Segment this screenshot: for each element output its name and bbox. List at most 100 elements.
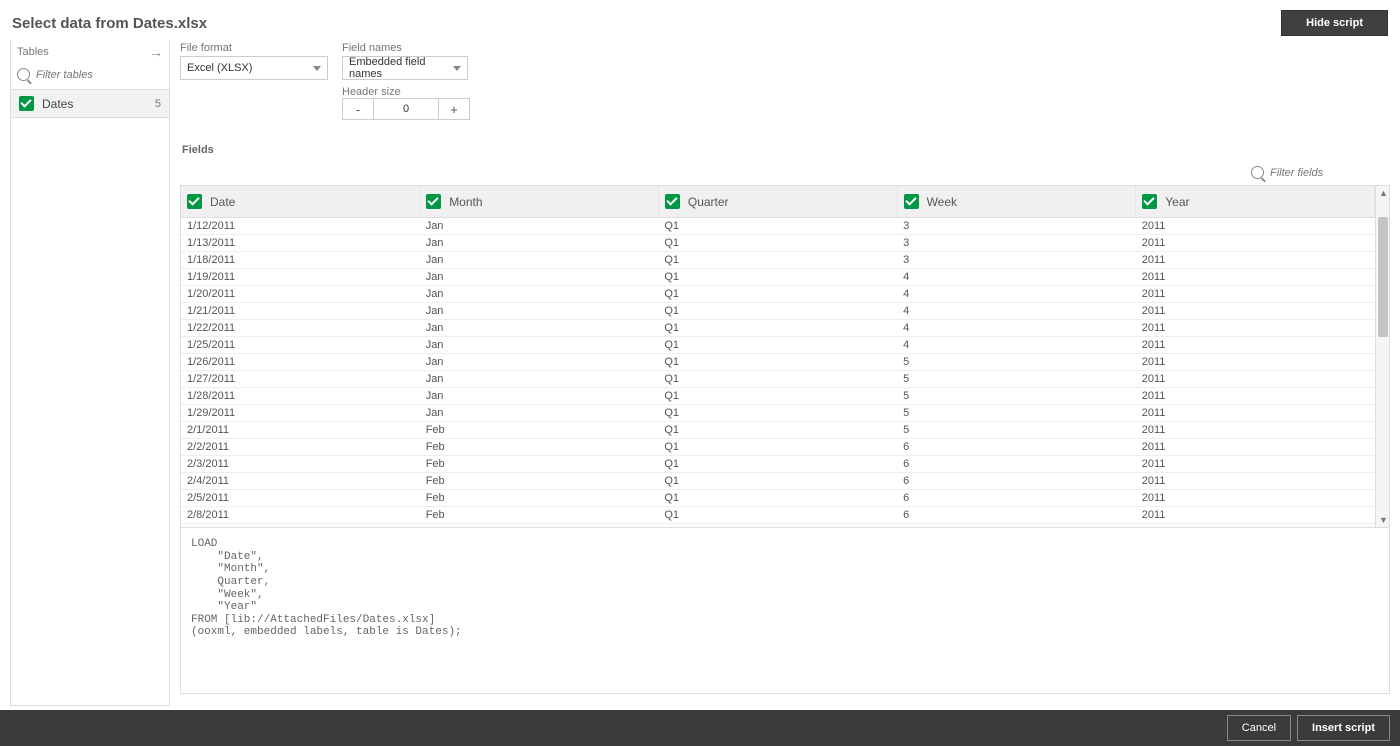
- table-cell: 4: [897, 303, 1136, 320]
- table-cell: 1/27/2011: [181, 371, 420, 388]
- checkbox-icon[interactable]: [426, 194, 441, 209]
- table-row[interactable]: 1/28/2011JanQ152011: [181, 388, 1375, 405]
- file-format-value: Excel (XLSX): [187, 62, 252, 74]
- checkbox-icon[interactable]: [904, 194, 919, 209]
- table-row[interactable]: 1/26/2011JanQ152011: [181, 354, 1375, 371]
- hide-script-button[interactable]: Hide script: [1281, 10, 1388, 36]
- table-cell: Q1: [658, 490, 897, 507]
- filter-tables-input[interactable]: [36, 69, 136, 81]
- table-row[interactable]: 1/18/2011JanQ132011: [181, 252, 1375, 269]
- table-cell: Q1: [658, 320, 897, 337]
- table-cell: 1/29/2011: [181, 405, 420, 422]
- table-name: Dates: [42, 97, 147, 111]
- table-cell: 3: [897, 235, 1136, 252]
- page-title: Select data from Dates.xlsx: [12, 15, 207, 32]
- table-row[interactable]: 1/27/2011JanQ152011: [181, 371, 1375, 388]
- table-cell: 2011: [1136, 320, 1375, 337]
- table-row[interactable]: 2/1/2011FebQ152011: [181, 422, 1375, 439]
- table-cell: Jan: [420, 405, 659, 422]
- header-size-minus-button[interactable]: -: [343, 99, 373, 119]
- table-cell: Q1: [658, 524, 897, 528]
- table-row[interactable]: 1/13/2011JanQ132011: [181, 235, 1375, 252]
- table-row[interactable]: 2/9/2011FebQ172011: [181, 524, 1375, 528]
- footer-bar: Cancel Insert script: [0, 710, 1400, 746]
- table-cell: 2/3/2011: [181, 456, 420, 473]
- column-header[interactable]: Week: [897, 186, 1136, 218]
- cancel-button[interactable]: Cancel: [1227, 715, 1291, 741]
- table-row[interactable]: 1/25/2011JanQ142011: [181, 337, 1375, 354]
- table-row[interactable]: 1/19/2011JanQ142011: [181, 269, 1375, 286]
- column-header[interactable]: Quarter: [658, 186, 897, 218]
- table-row[interactable]: 2/5/2011FebQ162011: [181, 490, 1375, 507]
- table-row[interactable]: 2/3/2011FebQ162011: [181, 456, 1375, 473]
- table-cell: 2011: [1136, 405, 1375, 422]
- table-item[interactable]: Dates 5: [11, 89, 169, 118]
- table-cell: 1/28/2011: [181, 388, 420, 405]
- table-row[interactable]: 1/29/2011JanQ152011: [181, 405, 1375, 422]
- table-cell: Jan: [420, 320, 659, 337]
- table-cell: 4: [897, 269, 1136, 286]
- table-cell: Jan: [420, 354, 659, 371]
- table-row[interactable]: 1/20/2011JanQ142011: [181, 286, 1375, 303]
- scroll-up-icon[interactable]: ▲: [1379, 188, 1388, 198]
- scrollbar-thumb[interactable]: [1378, 217, 1388, 337]
- table-row[interactable]: 2/4/2011FebQ162011: [181, 473, 1375, 490]
- search-icon: [17, 68, 30, 81]
- table-cell: Q1: [658, 456, 897, 473]
- table-cell: Q1: [658, 337, 897, 354]
- column-label: Week: [927, 195, 957, 209]
- table-cell: Q1: [658, 286, 897, 303]
- search-icon: [1251, 166, 1264, 179]
- table-cell: 2011: [1136, 490, 1375, 507]
- checkbox-icon[interactable]: [19, 96, 34, 111]
- table-cell: 2/5/2011: [181, 490, 420, 507]
- table-cell: Q1: [658, 405, 897, 422]
- table-row[interactable]: 2/8/2011FebQ162011: [181, 507, 1375, 524]
- column-header[interactable]: Date: [181, 186, 420, 218]
- header-size-value: 0: [373, 99, 439, 119]
- table-cell: Feb: [420, 439, 659, 456]
- table-cell: Q1: [658, 303, 897, 320]
- table-row[interactable]: 2/2/2011FebQ162011: [181, 439, 1375, 456]
- table-cell: 5: [897, 422, 1136, 439]
- table-row[interactable]: 1/21/2011JanQ142011: [181, 303, 1375, 320]
- filter-fields-input[interactable]: [1270, 167, 1350, 179]
- column-label: Month: [449, 195, 482, 209]
- table-cell: Jan: [420, 286, 659, 303]
- vertical-scrollbar[interactable]: ▲ ▼: [1375, 186, 1389, 527]
- table-cell: Q1: [658, 439, 897, 456]
- insert-script-button[interactable]: Insert script: [1297, 715, 1390, 741]
- table-cell: 6: [897, 456, 1136, 473]
- table-cell: 2011: [1136, 507, 1375, 524]
- column-label: Quarter: [688, 195, 729, 209]
- scroll-down-icon[interactable]: ▼: [1379, 515, 1388, 525]
- field-names-select[interactable]: Embedded field names: [342, 56, 468, 80]
- header-size-plus-button[interactable]: +: [439, 99, 469, 119]
- table-cell: 6: [897, 473, 1136, 490]
- table-cell: 2011: [1136, 388, 1375, 405]
- column-label: Year: [1165, 195, 1189, 209]
- table-row[interactable]: 1/22/2011JanQ142011: [181, 320, 1375, 337]
- table-cell: 2011: [1136, 269, 1375, 286]
- table-cell: Jan: [420, 269, 659, 286]
- checkbox-icon[interactable]: [1142, 194, 1157, 209]
- column-header[interactable]: Month: [420, 186, 659, 218]
- checkbox-icon[interactable]: [187, 194, 202, 209]
- table-cell: 4: [897, 337, 1136, 354]
- table-cell: Q1: [658, 388, 897, 405]
- table-cell: Q1: [658, 252, 897, 269]
- chevron-down-icon: [453, 66, 461, 71]
- checkbox-icon[interactable]: [665, 194, 680, 209]
- table-cell: 2/8/2011: [181, 507, 420, 524]
- table-cell: Jan: [420, 303, 659, 320]
- table-cell: Feb: [420, 456, 659, 473]
- arrow-right-icon[interactable]: →: [149, 44, 163, 60]
- table-cell: Q1: [658, 354, 897, 371]
- column-header[interactable]: Year: [1136, 186, 1375, 218]
- table-cell: 1/22/2011: [181, 320, 420, 337]
- file-format-select[interactable]: Excel (XLSX): [180, 56, 328, 80]
- table-cell: Feb: [420, 422, 659, 439]
- fields-label: Fields: [182, 144, 1390, 156]
- table-row[interactable]: 1/12/2011JanQ132011: [181, 218, 1375, 235]
- table-cell: 1/20/2011: [181, 286, 420, 303]
